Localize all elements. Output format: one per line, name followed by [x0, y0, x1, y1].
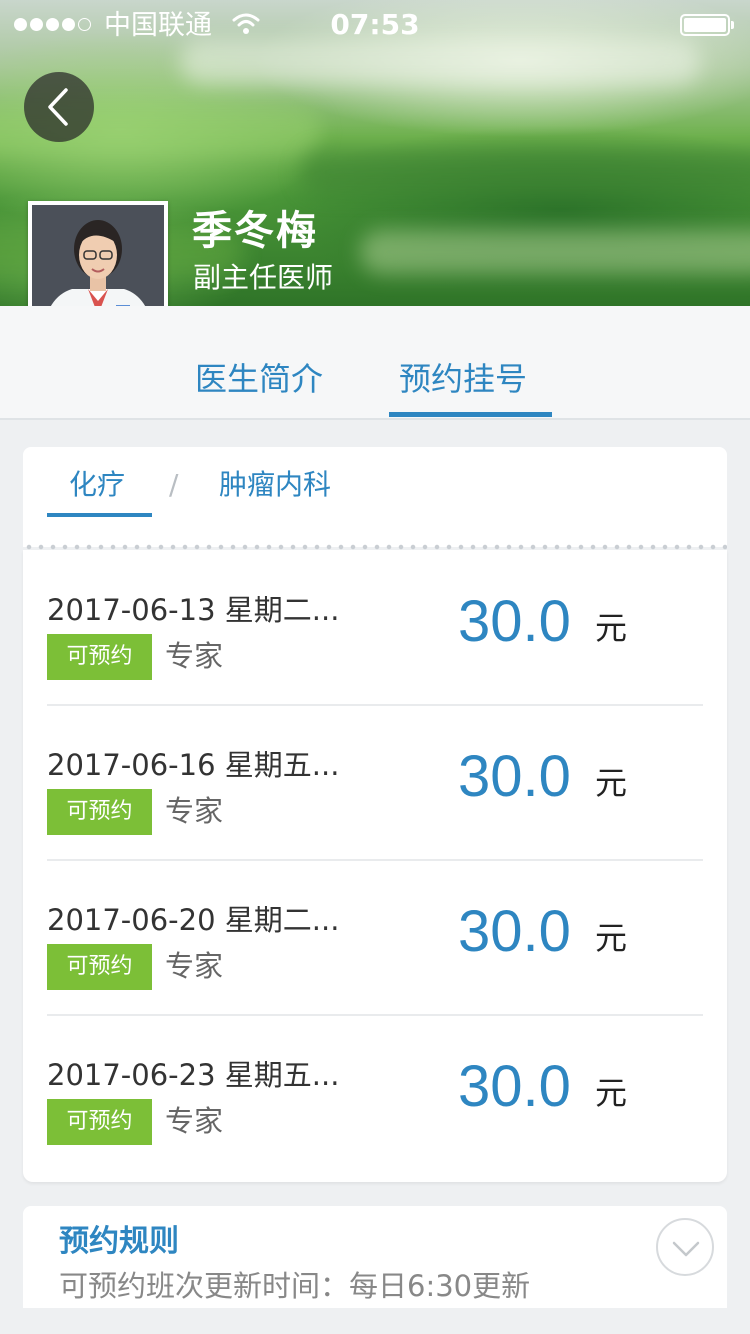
schedule-date: 2017-06-20 星期二...: [47, 903, 340, 937]
doctor-type-label: 专家: [165, 1104, 224, 1138]
doctor-type-label: 专家: [165, 949, 224, 983]
doctor-title: 副主任医师: [193, 261, 334, 294]
tab-bar: 医生简介 预约挂号: [0, 306, 750, 420]
active-tab-indicator: [389, 412, 552, 417]
status-badge: 可预约: [47, 1099, 152, 1145]
schedule-date: 2017-06-16 星期五...: [47, 748, 340, 782]
booking-rules-card: 预约规则 可预约班次更新时间：每日6:30更新: [23, 1206, 727, 1308]
department-card: 化疗 / 肿瘤内科: [23, 447, 727, 547]
schedule-date: 2017-06-13 星期二...: [47, 593, 340, 627]
breadcrumb-separator: /: [169, 468, 179, 501]
tab-doctor-intro[interactable]: 医生简介: [195, 356, 323, 402]
schedule-date: 2017-06-23 星期五...: [47, 1058, 340, 1092]
schedule-row[interactable]: 2017-06-23 星期五... 可预约 专家 30.0 元: [23, 1015, 727, 1170]
price-value: 30.0: [458, 1054, 571, 1119]
doctor-type-label: 专家: [165, 639, 224, 673]
department-primary[interactable]: 化疗: [69, 467, 125, 503]
chevron-down-icon: [672, 1241, 700, 1257]
price-value: 30.0: [458, 899, 571, 964]
schedule-row[interactable]: 2017-06-13 星期二... 可预约 专家 30.0 元: [23, 550, 727, 705]
schedule-list: 2017-06-13 星期二... 可预约 专家 30.0 元 2017-06-…: [23, 550, 727, 1182]
doctor-type-label: 专家: [165, 794, 224, 828]
schedule-row[interactable]: 2017-06-16 星期五... 可预约 专家 30.0 元: [23, 705, 727, 860]
status-bar: 中国联通 07:53: [0, 0, 750, 50]
expand-rules-button[interactable]: [656, 1218, 714, 1276]
schedule-row[interactable]: 2017-06-20 星期二... 可预约 专家 30.0 元: [23, 860, 727, 1015]
battery-icon: [680, 14, 734, 36]
rules-title: 预约规则: [59, 1224, 179, 1259]
chevron-left-icon: [48, 88, 68, 126]
price-value: 30.0: [458, 589, 571, 654]
price-unit: 元: [595, 919, 628, 957]
status-badge: 可预约: [47, 634, 152, 680]
status-time: 07:53: [330, 8, 420, 41]
price-unit: 元: [595, 764, 628, 802]
back-button[interactable]: [24, 72, 94, 142]
status-badge: 可预约: [47, 789, 152, 835]
tab-appointment[interactable]: 预约挂号: [399, 356, 527, 402]
status-badge: 可预约: [47, 944, 152, 990]
rules-text: 可预约班次更新时间：每日6:30更新: [59, 1269, 531, 1303]
price-unit: 元: [595, 1074, 628, 1112]
doctor-name: 季冬梅: [192, 208, 318, 254]
department-secondary[interactable]: 肿瘤内科: [219, 467, 331, 503]
price-unit: 元: [595, 609, 628, 647]
price-value: 30.0: [458, 744, 571, 809]
active-department-indicator: [47, 513, 152, 517]
